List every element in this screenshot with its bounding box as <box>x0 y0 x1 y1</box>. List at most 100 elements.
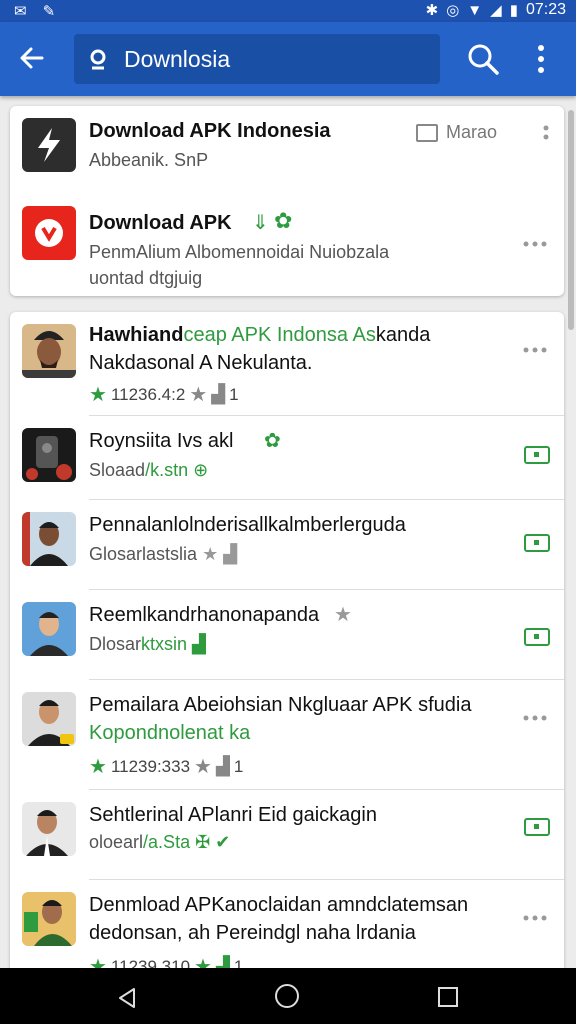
app-thumbnail <box>22 602 76 656</box>
search-input[interactable]: Downlosia <box>74 34 440 84</box>
top-results-card: Download APK Indonesia Abbeanik. SnP Mar… <box>10 106 564 296</box>
list-item[interactable]: Download APK ⇓ ✿ PenmAlium Albomennoidai… <box>10 196 564 296</box>
app-thumbnail <box>22 206 76 260</box>
scrollbar[interactable] <box>568 110 574 330</box>
nav-home-icon[interactable] <box>275 984 299 1008</box>
install-button[interactable] <box>524 628 550 646</box>
app-thumbnail <box>22 428 76 482</box>
item-subtitle: Dlosarktxsin ▟ <box>89 634 206 654</box>
app-thumbnail <box>22 324 76 378</box>
thumbs-up-icon: ▟ <box>192 634 206 654</box>
star-icon: ★ <box>89 384 107 406</box>
person-avatar-icon <box>24 900 72 946</box>
star-icon: ★ <box>194 756 212 778</box>
thumbs-up-icon: ▟ <box>211 384 226 404</box>
item-subtitle: Glosarlastslia ★ ▟ <box>89 544 238 564</box>
more-horiz-icon[interactable] <box>522 714 548 722</box>
more-vert-icon[interactable] <box>542 124 550 146</box>
item-title: Download APK <box>89 212 232 234</box>
star-icon: ★ <box>334 604 352 626</box>
battery-icon: ▮ <box>509 2 518 19</box>
item-title-line2: dedonsan, ah Pereindgl naha lrdania <box>89 922 416 944</box>
person-avatar-icon <box>28 700 74 746</box>
list-item[interactable]: Hawhiandceap APK Indonsa Askanda Nakdaso… <box>10 312 564 416</box>
download-icon: ⇓ <box>252 212 269 234</box>
alarm-icon: ◎ <box>446 2 460 19</box>
device-image-icon <box>26 436 72 480</box>
list-item[interactable]: Sehtlerinal APlanri Eid gaickagin oloear… <box>10 790 564 880</box>
notification-icon: ✉ <box>14 3 27 20</box>
person-avatar-icon <box>26 810 68 856</box>
item-title: Download APK Indonesia <box>89 120 331 142</box>
item-title: Denmload APKanoclaidan amndclatemsan <box>89 894 469 916</box>
install-button[interactable] <box>524 818 550 836</box>
rating-value: 11236.4:2 <box>110 384 186 404</box>
app-thumbnail <box>22 512 76 566</box>
item-title-line2: Kopondnolenat ka <box>89 722 251 744</box>
play-logo-icon <box>35 219 63 247</box>
star-icon: ★ <box>89 756 107 778</box>
more-horiz-icon[interactable] <box>522 240 548 248</box>
app-thumbnail <box>22 892 76 946</box>
open-icon <box>416 124 438 142</box>
item-title: Roynsiita Ivs akl <box>89 430 234 452</box>
person-avatar-icon <box>22 331 76 378</box>
list-item[interactable]: Denmload APKanoclaidan amndclatemsan ded… <box>10 880 564 972</box>
app-thumbnail <box>22 118 76 172</box>
item-title: Sehtlerinal APlanri Eid gaickagin <box>89 804 377 826</box>
more-horiz-icon[interactable] <box>522 346 548 354</box>
item-title-line2: Nakdasonal A Nekulanta. <box>89 352 313 374</box>
app-bar: Downlosia <box>0 22 576 96</box>
app-thumbnail <box>22 802 76 856</box>
wifi-icon: ▼ <box>467 1 483 19</box>
search-query: Downlosia <box>124 46 231 72</box>
verified-check-icon: ✔ <box>215 832 231 852</box>
list-item[interactable]: Roynsiita Ivs akl ✿ Sloaad/k.stn ⊕ <box>10 416 564 500</box>
lightning-logo-icon <box>38 128 60 162</box>
rating-value: 11239:333 <box>110 756 191 776</box>
thumbs-up-icon: ▟ <box>215 756 230 776</box>
list-item[interactable]: Download APK Indonesia Abbeanik. SnP Mar… <box>10 106 564 196</box>
person-avatar-icon <box>22 512 68 566</box>
item-subtitle: Sloaad/k.stn ⊕ <box>89 460 209 480</box>
item-title: Pennalanlolnderisallkalmberlerguda <box>89 514 406 536</box>
item-title: Pemailara Abeiohsian Nkgluaar APK sfudia <box>89 694 472 716</box>
item-title: Reemlkandrhanonapanda <box>89 604 320 626</box>
overflow-menu-icon[interactable] <box>526 42 556 76</box>
install-button[interactable] <box>524 534 550 552</box>
edit-notification-icon: ✎ <box>42 3 56 20</box>
item-action-label[interactable]: Marao <box>446 122 497 143</box>
nav-recents-icon[interactable] <box>438 987 458 1007</box>
badge-icon: ⊕ <box>193 460 209 480</box>
list-item[interactable]: Reemlkandrhanonapanda ★ Dlosarktxsin ▟ <box>10 590 564 680</box>
item-title: Hawhiandceap APK Indonsa Askanda <box>89 324 431 346</box>
item-subtitle: Abbeanik. SnP <box>89 150 209 170</box>
rating-row: ★ 11239:333 ★ ▟ 1 <box>89 754 243 779</box>
rating-row: ★ 11236.4:2 ★ ▟ 1 <box>89 382 239 407</box>
likes-count: 1 <box>229 384 239 404</box>
nav-back-icon[interactable] <box>116 986 138 1010</box>
star-icon: ★ <box>202 544 219 564</box>
status-bar: ✉ ✎ ✱ ◎ ▼ ◢ ▮ 07:23 <box>0 0 576 22</box>
verified-badge-icon: ✿ <box>264 430 281 452</box>
item-subtitle: oloearl/a.Sta ✠ ✔ <box>89 832 231 852</box>
bluetooth-icon: ✱ <box>425 2 439 19</box>
list-item[interactable]: Pemailara Abeiohsian Nkgluaar APK sfudia… <box>10 680 564 790</box>
thumbs-up-icon: ▟ <box>223 544 238 564</box>
results-list-card: Hawhiandceap APK Indonsa Askanda Nakdaso… <box>10 312 564 972</box>
clock: 07:23 <box>525 1 566 18</box>
search-button-icon[interactable] <box>466 42 500 76</box>
app-thumbnail <box>22 692 76 746</box>
cross-icon: ✠ <box>195 832 211 852</box>
list-item[interactable]: Pennalanlolnderisallkalmberlerguda Glosa… <box>10 500 564 590</box>
more-horiz-icon[interactable] <box>522 914 548 922</box>
system-nav-bar <box>0 968 576 1024</box>
signal-icon: ◢ <box>490 2 502 19</box>
back-arrow-icon[interactable] <box>16 42 48 74</box>
item-subtitle-line2: uontad dtgjuig <box>89 268 203 288</box>
search-icon <box>90 49 106 70</box>
likes-count: 1 <box>233 756 244 776</box>
star-icon: ★ <box>189 384 208 406</box>
item-subtitle: PenmAlium Albomennoidai Nuiobzala <box>89 242 390 262</box>
install-button[interactable] <box>524 446 550 464</box>
